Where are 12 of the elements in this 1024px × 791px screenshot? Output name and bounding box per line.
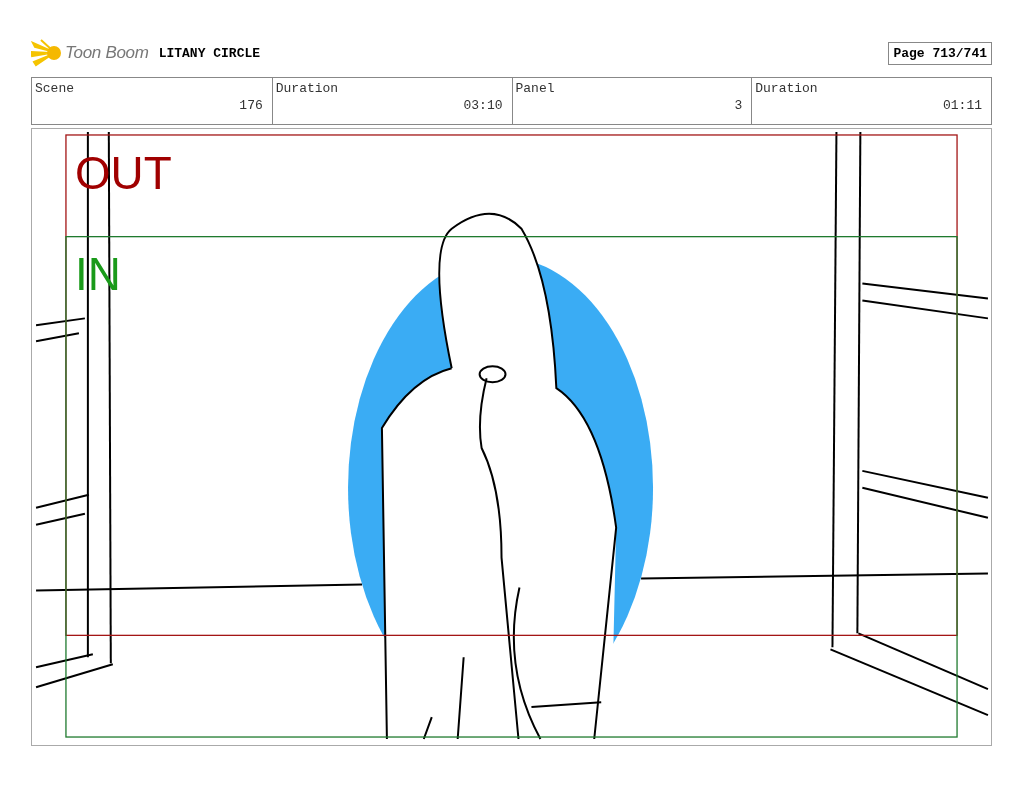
cell-label: Duration bbox=[755, 81, 819, 96]
cell-label: Duration bbox=[275, 81, 340, 96]
starburst-icon bbox=[31, 39, 63, 67]
project-title: LITANY CIRCLE bbox=[158, 45, 261, 61]
cell-value: 03:10 bbox=[462, 98, 504, 113]
page-number: Page 713/741 bbox=[888, 41, 992, 65]
cell-label: Panel bbox=[515, 81, 556, 96]
cell-value: 01:11 bbox=[942, 98, 983, 113]
logo-text: Toon Boom bbox=[65, 43, 149, 63]
cell-value: 176 bbox=[238, 98, 264, 113]
cell-label: Scene bbox=[35, 81, 75, 96]
cell-value: 3 bbox=[733, 98, 744, 113]
